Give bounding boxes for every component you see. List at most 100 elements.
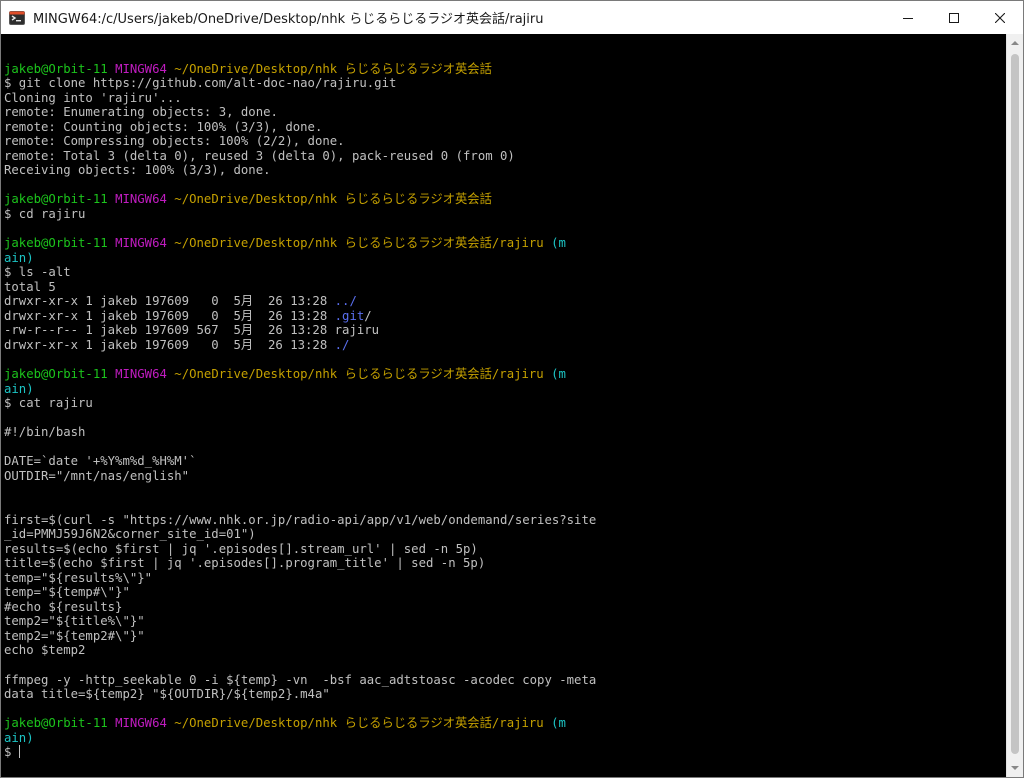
terminal-line: $ ls -alt xyxy=(4,265,1006,280)
maximize-icon xyxy=(949,12,959,23)
terminal-text: temp="${results%\"}" xyxy=(4,570,153,585)
terminal-text: MINGW64 xyxy=(115,716,175,731)
text-cursor xyxy=(18,745,20,759)
terminal-text: $ git clone https://github.com/alt-doc-n… xyxy=(4,76,397,91)
terminal-line: results=$(echo $first | jq '.episodes[].… xyxy=(4,542,1006,557)
terminal-text: / xyxy=(364,308,372,323)
terminal-line: Cloning into 'rajiru'... xyxy=(4,91,1006,106)
terminal-text: title=$(echo $first | jq '.episodes[].pr… xyxy=(4,556,486,571)
terminal-text: Receiving objects: 100% (3/3), done. xyxy=(4,163,271,178)
window-controls xyxy=(885,1,1023,34)
terminal-line: #!/bin/bash xyxy=(4,425,1006,440)
terminal-line: jakeb@Orbit-11 MINGW64 ~/OneDrive/Deskto… xyxy=(4,62,1006,77)
scrollbar-thumb[interactable] xyxy=(1011,54,1019,754)
terminal-text: MINGW64 xyxy=(115,61,175,76)
terminal-output[interactable]: jakeb@Orbit-11 MINGW64 ~/OneDrive/Deskto… xyxy=(1,34,1006,777)
terminal-text: jakeb@Orbit-11 xyxy=(4,236,116,251)
terminal-text: (m xyxy=(543,236,566,251)
terminal-line: temp="${temp#\"}" xyxy=(4,585,1006,600)
terminal-text: Cloning into 'rajiru'... xyxy=(4,90,182,105)
terminal-text: jakeb@Orbit-11 xyxy=(4,367,116,382)
terminal-text: temp="${temp#\"}" xyxy=(4,585,130,600)
terminal-text: -rw-r--r-- 1 jakeb 197609 567 5月 26 13:2… xyxy=(4,323,380,338)
terminal-text: MINGW64 xyxy=(115,367,175,382)
terminal-text: $ cd rajiru xyxy=(4,207,86,222)
terminal-text: drwxr-xr-x 1 jakeb 197609 0 5月 26 13:28 xyxy=(4,337,335,352)
terminal-text: #echo ${results} xyxy=(4,599,123,614)
terminal-text: ~/OneDrive/Desktop/nhk らじるらじるラジオ英会話 xyxy=(174,61,492,76)
terminal-text: echo $temp2 xyxy=(4,643,86,658)
terminal-line: remote: Enumerating objects: 3, done. xyxy=(4,105,1006,120)
terminal-text: ~/OneDrive/Desktop/nhk らじるらじるラジオ英会話/raji… xyxy=(174,716,544,731)
terminal-line: ffmpeg -y -http_seekable 0 -i ${temp} -v… xyxy=(4,673,1006,688)
vertical-scrollbar[interactable] xyxy=(1006,34,1023,777)
terminal-text: ain) xyxy=(4,730,34,745)
terminal-text: drwxr-xr-x 1 jakeb 197609 0 5月 26 13:28 xyxy=(4,294,335,309)
terminal-text: ain) xyxy=(4,250,34,265)
window-title: MINGW64:/c/Users/jakeb/OneDrive/Desktop/… xyxy=(33,12,544,27)
terminal-text: $ cat rajiru xyxy=(4,396,93,411)
terminal-text: .git xyxy=(334,308,365,323)
terminal-line: data title=${temp2} "${OUTDIR}/${temp2}.… xyxy=(4,687,1006,702)
terminal-line: ain) xyxy=(4,731,1006,746)
terminal-line: echo $temp2 xyxy=(4,643,1006,658)
terminal-line: $ cat rajiru xyxy=(4,396,1006,411)
terminal-line: -rw-r--r-- 1 jakeb 197609 567 5月 26 13:2… xyxy=(4,323,1006,338)
git-bash-icon xyxy=(9,10,25,26)
terminal-text: ain) xyxy=(4,381,34,396)
terminal-text: total 5 xyxy=(4,279,56,294)
terminal-line: remote: Total 3 (delta 0), reused 3 (del… xyxy=(4,149,1006,164)
scroll-down-icon[interactable] xyxy=(1010,763,1020,773)
terminal-line: DATE=`date '+%Y%m%d_%H%M'` xyxy=(4,454,1006,469)
close-icon xyxy=(995,12,1005,23)
terminal-line: #echo ${results} xyxy=(4,600,1006,615)
terminal-text: remote: Compressing objects: 100% (2/2),… xyxy=(4,134,345,149)
title-bar[interactable]: MINGW64:/c/Users/jakeb/OneDrive/Desktop/… xyxy=(1,1,1023,34)
maximize-button[interactable] xyxy=(931,1,977,34)
terminal-text: ~/OneDrive/Desktop/nhk らじるらじるラジオ英会話/raji… xyxy=(174,367,544,382)
terminal-line: temp2="${temp2#\"}" xyxy=(4,629,1006,644)
terminal-line: $ git clone https://github.com/alt-doc-n… xyxy=(4,76,1006,91)
terminal-text: ~/OneDrive/Desktop/nhk らじるらじるラジオ英会話/raji… xyxy=(174,236,544,251)
terminal-line: drwxr-xr-x 1 jakeb 197609 0 5月 26 13:28 … xyxy=(4,338,1006,353)
terminal-text: $ ls -alt xyxy=(4,265,71,280)
terminal-line: first=$(curl -s "https://www.nhk.or.jp/r… xyxy=(4,513,1006,528)
terminal-text: remote: Total 3 (delta 0), reused 3 (del… xyxy=(4,148,515,163)
terminal-text: (m xyxy=(543,367,566,382)
terminal-text: first=$(curl -s "https://www.nhk.or.jp/r… xyxy=(4,512,597,527)
terminal-text: ./ xyxy=(334,337,350,352)
terminal-text: remote: Counting objects: 100% (3/3), do… xyxy=(4,119,323,134)
terminal-line: temp2="${title%\"}" xyxy=(4,614,1006,629)
terminal-line: drwxr-xr-x 1 jakeb 197609 0 5月 26 13:28 … xyxy=(4,309,1006,324)
terminal-line: jakeb@Orbit-11 MINGW64 ~/OneDrive/Deskto… xyxy=(4,367,1006,382)
terminal-line: remote: Counting objects: 100% (3/3), do… xyxy=(4,120,1006,135)
terminal-text: DATE=`date '+%Y%m%d_%H%M'` xyxy=(4,454,197,469)
terminal-line: total 5 xyxy=(4,280,1006,295)
terminal-text: temp2="${temp2#\"}" xyxy=(4,628,145,643)
minimize-button[interactable] xyxy=(885,1,931,34)
terminal-text: MINGW64 xyxy=(115,236,175,251)
terminal-line: ain) xyxy=(4,382,1006,397)
terminal-line: jakeb@Orbit-11 MINGW64 ~/OneDrive/Deskto… xyxy=(4,236,1006,251)
terminal-line: drwxr-xr-x 1 jakeb 197609 0 5月 26 13:28 … xyxy=(4,294,1006,309)
terminal-window: MINGW64:/c/Users/jakeb/OneDrive/Desktop/… xyxy=(0,0,1024,778)
terminal-line: _id=PMMJ59J6N2&corner_site_id=01") xyxy=(4,527,1006,542)
terminal-text: remote: Enumerating objects: 3, done. xyxy=(4,105,278,120)
terminal-text: data title=${temp2} "${OUTDIR}/${temp2}.… xyxy=(4,687,330,702)
close-button[interactable] xyxy=(977,1,1023,34)
terminal-text: jakeb@Orbit-11 xyxy=(4,61,116,76)
terminal-text: jakeb@Orbit-11 xyxy=(4,716,116,731)
terminal-text: OUTDIR="/mnt/nas/english" xyxy=(4,468,190,483)
scroll-up-icon[interactable] xyxy=(1010,38,1020,48)
terminal-text: $ xyxy=(4,745,19,760)
terminal-text: ../ xyxy=(334,294,357,309)
terminal-line: $ xyxy=(4,745,1006,760)
terminal-text: #!/bin/bash xyxy=(4,425,86,440)
